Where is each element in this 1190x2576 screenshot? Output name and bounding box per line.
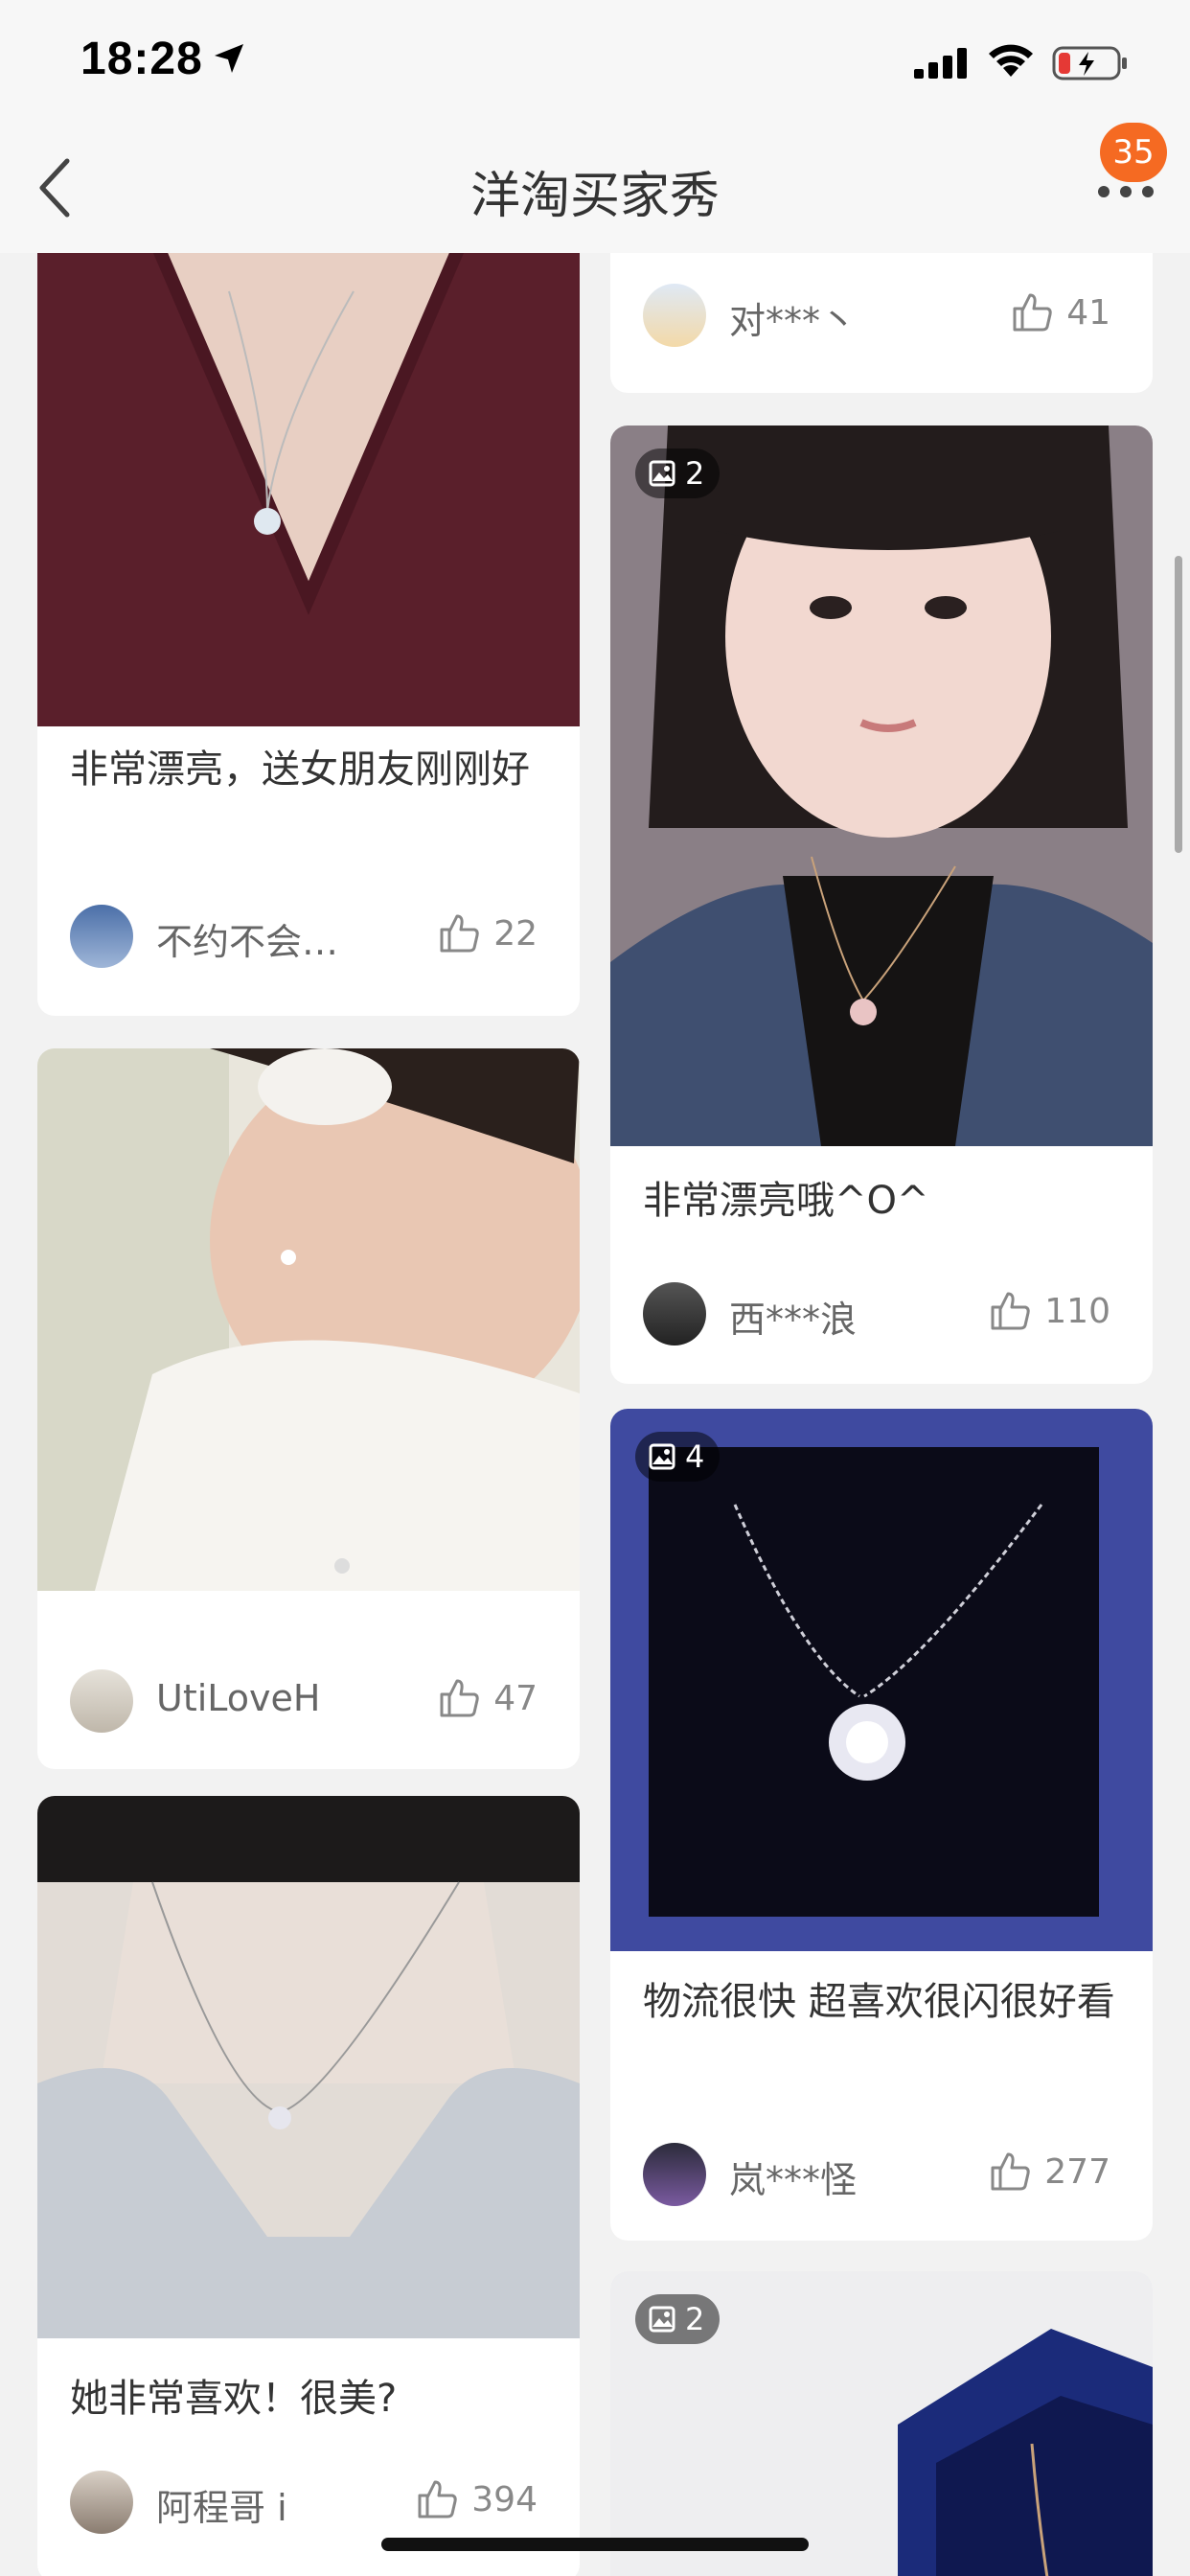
avatar[interactable] [643,1282,706,1346]
image-count-badge: 2 [635,2294,721,2344]
avatar[interactable] [70,905,133,968]
username[interactable]: 阿程哥 i [156,2478,287,2531]
review-card[interactable]: 2 [610,2271,1153,2576]
image-icon [649,1443,675,1470]
image-count: 2 [685,455,705,492]
username[interactable]: 岚***怪 [729,2150,857,2203]
like-button[interactable]: 277 [987,2149,1110,2195]
status-time: 18:28 [80,34,203,84]
like-count: 22 [493,913,538,954]
image-count: 4 [685,1438,705,1475]
thumbs-up-icon [1013,293,1052,332]
username[interactable]: 不约不会… [156,912,338,965]
top-bar: 18:28 洋淘买家秀 35 [0,0,1190,253]
username[interactable]: 对***丶 [729,291,857,344]
thumbs-up-icon [991,1292,1030,1330]
thumbs-up-icon [440,914,479,953]
review-card[interactable]: UtiLoveH 47 [37,1048,580,1769]
avatar[interactable] [70,2471,133,2534]
review-photo[interactable] [610,426,1153,1146]
review-card[interactable]: 4 物流很快 超喜欢很闪很好看 岚***怪 277 [610,1409,1153,2241]
review-card[interactable]: 她非常喜欢！很美? 阿程哥 i 394 [37,1796,580,2576]
like-button[interactable]: 47 [436,1675,538,1721]
wifi-icon [989,44,1033,77]
review-caption: 物流很快 超喜欢很闪很好看 [643,1980,1115,2024]
thumbs-up-icon [440,1679,479,1717]
avatar[interactable] [643,2143,706,2206]
like-button[interactable]: 394 [414,2476,538,2522]
battery-icon [1052,46,1127,80]
review-card[interactable]: 对***丶 41 [610,253,1153,393]
like-count: 277 [1044,2151,1110,2192]
review-photo[interactable] [37,253,580,726]
like-count: 41 [1066,292,1110,333]
page-title: 洋淘买家秀 [469,168,720,225]
image-icon [649,2306,675,2333]
review-caption: 她非常喜欢！很美? [70,2377,398,2421]
scroll-indicator[interactable] [1175,556,1182,853]
image-count-badge: 4 [635,1432,721,1482]
like-count: 110 [1044,1291,1110,1331]
review-photo[interactable] [610,1409,1153,1951]
signal-icon [914,48,967,79]
username[interactable]: 西***浪 [729,1290,857,1343]
notification-badge: 35 [1100,123,1167,182]
image-icon [649,460,675,487]
thumbs-up-icon [418,2480,457,2518]
like-button[interactable]: 41 [1009,289,1110,335]
avatar[interactable] [70,1669,133,1733]
like-button[interactable]: 110 [987,1288,1110,1334]
image-count-badge: 2 [635,448,721,498]
like-count: 394 [471,2479,538,2519]
review-card[interactable]: 2 非常漂亮哦^O^ 西***浪 110 [610,426,1153,1384]
review-card[interactable]: 非常漂亮，送女朋友刚刚好 不约不会… 22 [37,253,580,1016]
thumbs-up-icon [991,2152,1030,2191]
review-photo[interactable] [37,1048,580,1591]
home-indicator[interactable] [381,2538,809,2551]
like-button[interactable]: 22 [436,910,538,956]
avatar[interactable] [643,284,706,347]
review-photo[interactable] [37,1796,580,2338]
review-caption: 非常漂亮哦^O^ [643,1179,929,1223]
location-arrow-icon [215,44,243,73]
image-count: 2 [685,2301,705,2337]
like-count: 47 [493,1678,538,1718]
review-feed[interactable]: 非常漂亮，送女朋友刚刚好 不约不会… 22 UtiLoveH 47 她非常喜欢！… [0,253,1190,2576]
review-caption: 非常漂亮，送女朋友刚刚好 [70,748,530,792]
username[interactable]: UtiLoveH [156,1677,320,1719]
